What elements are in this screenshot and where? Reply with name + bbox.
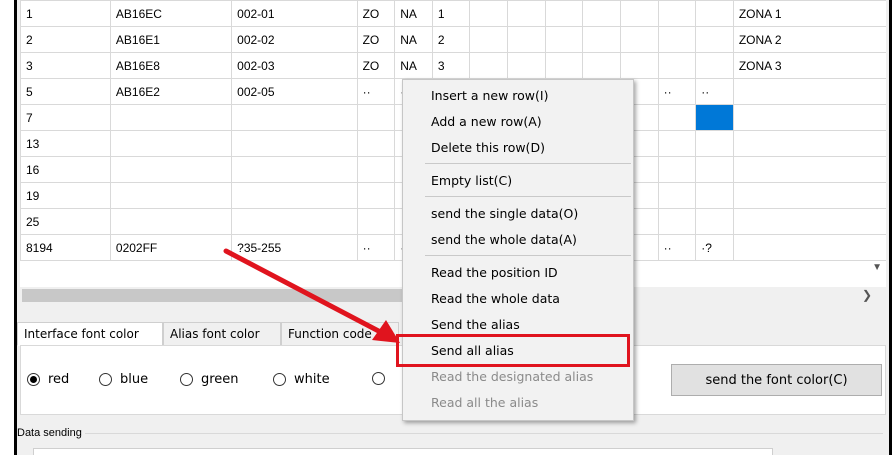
menu-item-delete-row[interactable]: Delete this row(D) [431,137,545,159]
menu-item-read-whole-data[interactable]: Read the whole data [431,288,560,310]
menu-separator [425,255,631,256]
menu-item-read-position-id[interactable]: Read the position ID [431,262,558,284]
annotation-highlight-box [396,334,630,367]
menu-item-send-whole-data[interactable]: send the whole data(A) [431,229,577,251]
menu-item-read-all-alias: Read all the alias [431,395,539,410]
menu-item-send-alias[interactable]: Send the alias [431,314,520,336]
context-menu: Insert a new row(I) Add a new row(A) Del… [402,79,634,421]
menu-separator [425,163,631,164]
menu-item-empty-list[interactable]: Empty list(C) [431,170,512,192]
menu-item-read-designated-alias: Read the designated alias [431,369,594,384]
menu-item-insert-row[interactable]: Insert a new row(I) [431,85,548,107]
menu-separator [425,196,631,197]
menu-item-send-single-data[interactable]: send the single data(O) [431,203,578,225]
menu-item-add-row[interactable]: Add a new row(A) [431,111,542,133]
